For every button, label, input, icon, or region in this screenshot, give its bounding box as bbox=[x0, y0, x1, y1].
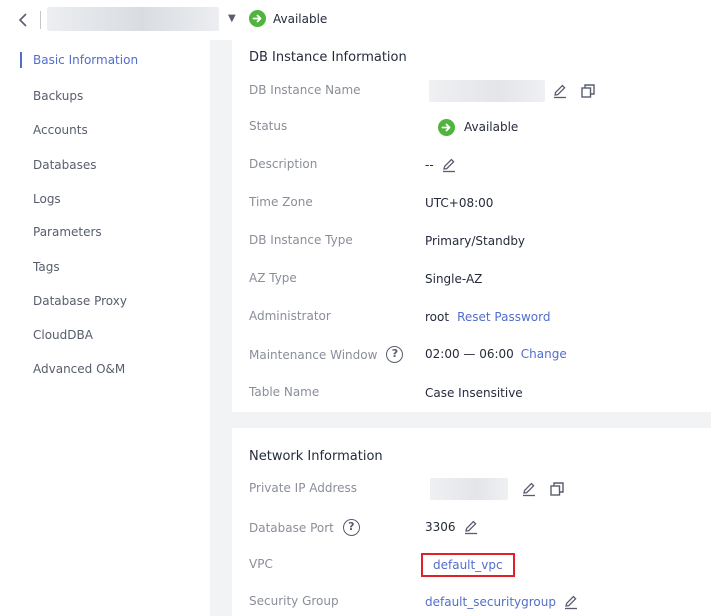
field-label: Private IP Address bbox=[249, 481, 358, 495]
row-instance-type: DB Instance Type Primary/Standby bbox=[232, 230, 711, 252]
field-label: VPC bbox=[249, 557, 273, 571]
security-group-link[interactable]: default_securitygroup bbox=[425, 595, 556, 609]
az-type-value: Single-AZ bbox=[425, 272, 483, 286]
change-maintenance-link[interactable]: Change bbox=[521, 347, 567, 361]
sidebar-item-advanced-om[interactable]: Advanced O&M bbox=[33, 359, 125, 379]
field-label: Status bbox=[249, 119, 288, 133]
timezone-value: UTC+08:00 bbox=[425, 196, 494, 210]
top-bar: ▼ Available bbox=[0, 0, 711, 40]
edit-icon[interactable] bbox=[551, 82, 569, 100]
instance-status: Available bbox=[249, 10, 327, 27]
chevron-left-icon[interactable] bbox=[14, 10, 34, 30]
field-label: AZ Type bbox=[249, 271, 297, 285]
field-label: Security Group bbox=[249, 594, 339, 608]
sidebar-item-accounts[interactable]: Accounts bbox=[33, 120, 88, 140]
edit-icon[interactable] bbox=[440, 156, 458, 174]
network-info-card: Network Information Private IP Address D… bbox=[232, 428, 711, 616]
instance-name-value bbox=[429, 80, 545, 102]
administrator-value: root bbox=[425, 310, 450, 324]
field-label: Time Zone bbox=[249, 195, 313, 209]
description-value: -- bbox=[425, 158, 434, 172]
vpc-highlight-box: default_vpc bbox=[421, 553, 515, 577]
status-available-icon bbox=[249, 10, 266, 27]
row-private-ip: Private IP Address bbox=[232, 478, 711, 500]
reset-password-link[interactable]: Reset Password bbox=[457, 310, 550, 324]
field-label: Maintenance Window bbox=[249, 347, 378, 362]
row-database-port: Database Port ? 3306 bbox=[232, 516, 711, 538]
instance-selector[interactable] bbox=[47, 7, 219, 31]
field-label: Description bbox=[249, 157, 318, 171]
table-name-value: Case Insensitive bbox=[425, 386, 523, 400]
edit-icon[interactable] bbox=[562, 593, 580, 611]
active-indicator bbox=[20, 52, 22, 68]
row-table-name: Table Name Case Insensitive bbox=[232, 382, 711, 404]
maintenance-window-value: 02:00 — 06:00 bbox=[425, 347, 514, 361]
edit-icon[interactable] bbox=[520, 480, 538, 498]
sidebar-item-basic-information[interactable]: Basic Information bbox=[33, 50, 138, 70]
help-icon[interactable]: ? bbox=[342, 519, 360, 536]
sidebar: Basic Information Backups Accounts Datab… bbox=[0, 40, 210, 616]
help-icon[interactable]: ? bbox=[386, 346, 404, 363]
row-maintenance-window: Maintenance Window ? 02:00 — 06:00 Chang… bbox=[232, 343, 711, 365]
sidebar-item-backups[interactable]: Backups bbox=[33, 86, 83, 106]
sidebar-item-parameters[interactable]: Parameters bbox=[33, 222, 102, 242]
row-instance-name: DB Instance Name bbox=[232, 80, 711, 102]
row-status: Status Available bbox=[232, 116, 711, 138]
database-port-value: 3306 bbox=[425, 520, 456, 534]
private-ip-value bbox=[430, 478, 508, 500]
vpc-link[interactable]: default_vpc bbox=[433, 558, 503, 572]
row-security-group: Security Group default_securitygroup bbox=[232, 591, 711, 613]
row-az-type: AZ Type Single-AZ bbox=[232, 268, 711, 290]
db-instance-info-card: DB Instance Information DB Instance Name… bbox=[232, 40, 711, 412]
sidebar-item-databases[interactable]: Databases bbox=[33, 155, 97, 175]
field-label: Table Name bbox=[249, 385, 320, 399]
sidebar-item-tags[interactable]: Tags bbox=[33, 257, 60, 277]
copy-icon[interactable] bbox=[548, 480, 566, 498]
section-title: Network Information bbox=[249, 449, 383, 464]
instance-type-value: Primary/Standby bbox=[425, 234, 526, 248]
copy-icon[interactable] bbox=[579, 82, 597, 100]
caret-down-icon[interactable]: ▼ bbox=[228, 13, 236, 24]
sidebar-item-logs[interactable]: Logs bbox=[33, 189, 61, 209]
status-available-icon bbox=[438, 118, 455, 136]
divider bbox=[40, 11, 41, 29]
edit-icon[interactable] bbox=[462, 518, 480, 536]
status-value: Available bbox=[464, 120, 519, 134]
status-label: Available bbox=[273, 11, 328, 26]
field-label: DB Instance Name bbox=[249, 83, 361, 97]
row-time-zone: Time Zone UTC+08:00 bbox=[232, 192, 711, 214]
row-description: Description -- bbox=[232, 154, 711, 176]
row-administrator: Administrator root Reset Password bbox=[232, 306, 711, 328]
field-label: DB Instance Type bbox=[249, 233, 353, 247]
field-label: Database Port bbox=[249, 520, 334, 535]
sidebar-item-clouddba[interactable]: CloudDBA bbox=[33, 325, 93, 345]
row-vpc: VPC default_vpc bbox=[232, 553, 711, 577]
field-label: Administrator bbox=[249, 309, 331, 323]
section-title: DB Instance Information bbox=[249, 50, 407, 65]
sidebar-item-database-proxy[interactable]: Database Proxy bbox=[33, 291, 127, 311]
